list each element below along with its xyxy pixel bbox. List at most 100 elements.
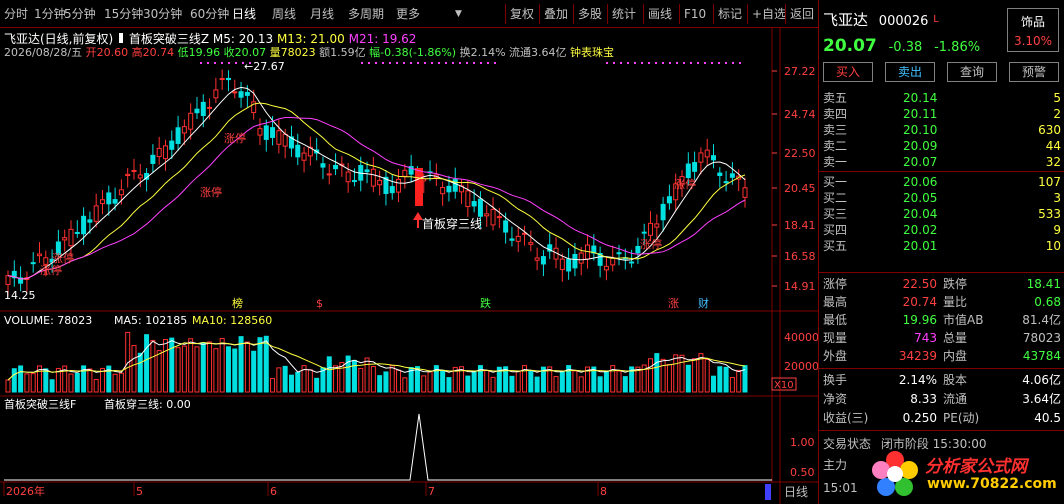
volume-bar	[704, 359, 710, 393]
stat-label: 股本	[943, 373, 968, 387]
volume-bar	[295, 371, 301, 393]
quote-price-row: 20.07 -0.38 -1.86%	[823, 36, 1061, 56]
candle-body	[345, 171, 351, 183]
volume-bar	[402, 377, 408, 393]
bar-amount: 额1.59亿	[319, 46, 366, 59]
trade-button-3[interactable]: 预警	[1009, 62, 1059, 82]
top-marker-dot	[417, 62, 419, 64]
volume-bar	[282, 365, 288, 393]
clock: 15:01	[823, 481, 858, 495]
stat-label: PE(动)	[943, 411, 980, 425]
time-axis-label: 8	[600, 485, 607, 498]
orderbook-divider	[819, 272, 1064, 273]
bid-row[interactable]: 买四 20.02 9	[823, 222, 1061, 238]
stat-value: 4.06亿	[1022, 373, 1061, 387]
indicator-axis-label: 0.50	[790, 466, 815, 479]
price-axis-label: 22.50	[784, 147, 816, 160]
candle-body	[698, 152, 704, 163]
ask-row[interactable]: 卖五 20.14 5	[823, 90, 1061, 106]
level-volume: 2	[1053, 107, 1061, 121]
level-volume: 44	[1045, 139, 1061, 153]
bid-row[interactable]: 买一 20.06 107	[823, 174, 1061, 190]
candle-body	[213, 89, 219, 99]
volume-bar	[87, 368, 93, 393]
stat-value: 20.74	[902, 295, 937, 309]
volume-bar	[288, 374, 294, 393]
volume-bar	[370, 366, 376, 393]
bid-row[interactable]: 买二 20.05 3	[823, 190, 1061, 206]
top-marker-dot	[655, 62, 657, 64]
top-marker-dot	[361, 62, 363, 64]
sector-badge-name: 饰品	[1020, 15, 1045, 29]
bid-row[interactable]: 买三 20.04 533	[823, 206, 1061, 222]
volume-bar	[471, 371, 477, 393]
level-label: 买三	[823, 207, 848, 221]
candle-body	[270, 127, 276, 138]
time-axis-label: 5	[136, 485, 143, 498]
limit-up-label: 涨停	[40, 263, 62, 277]
top-marker-dot	[382, 62, 384, 64]
low-price-label: 14.25	[4, 289, 36, 302]
level-price: 20.02	[903, 223, 938, 237]
volume-bar	[553, 376, 559, 393]
stat-label: 流通	[943, 392, 968, 406]
top-marker-dot	[725, 62, 727, 64]
candle-body	[616, 252, 622, 255]
level-price: 20.06	[903, 175, 938, 189]
bid-row[interactable]: 买五 20.01 10	[823, 238, 1061, 254]
level-volume: 10	[1045, 239, 1061, 253]
top-marker-dot	[459, 62, 461, 64]
level-label: 买五	[823, 239, 848, 253]
candle-body	[276, 130, 282, 145]
volume-bar	[131, 345, 137, 393]
candle-body	[440, 187, 446, 195]
level-label: 买四	[823, 223, 848, 237]
volume-bar	[200, 342, 206, 393]
volume-bar	[711, 375, 717, 393]
level-label: 卖三	[823, 123, 848, 137]
top-marker-dot	[711, 62, 713, 64]
candle-body	[5, 275, 11, 285]
scroll-thumb	[765, 484, 771, 500]
trade-button-2[interactable]: 查询	[947, 62, 997, 82]
stat-value: 0.250	[902, 411, 937, 425]
volume-bar	[194, 346, 200, 393]
candle-body	[654, 223, 660, 228]
volume-bar	[446, 377, 452, 393]
volume-bar	[465, 375, 471, 393]
candle-body	[326, 173, 332, 176]
volume-bar	[572, 370, 578, 393]
bar-open: 开20.60	[85, 46, 129, 59]
volume-bar	[112, 373, 118, 393]
price-axis-label: 16.58	[784, 250, 816, 263]
volume-bar	[389, 365, 395, 393]
top-marker-dot	[487, 62, 489, 64]
volume-bar	[528, 370, 534, 393]
signal-label: 首板穿三线	[422, 216, 482, 231]
kline-chart[interactable]: 27.22 24.74 22.50 20.45 18.41 16.58 14.91 ←27.6…	[0, 0, 818, 504]
event-marker: $	[316, 297, 323, 310]
sector-name: 钟表珠宝	[570, 46, 615, 59]
volume-bar	[427, 371, 433, 393]
stat-value: 18.41	[1026, 277, 1061, 291]
candle-body	[295, 144, 301, 158]
ask-row[interactable]: 卖四 20.11 2	[823, 106, 1061, 122]
volume-bar	[219, 337, 225, 393]
stat-label: 市值AB	[943, 313, 984, 327]
price-axis-label: 24.74	[784, 108, 816, 121]
ask-row[interactable]: 卖三 20.10 630	[823, 122, 1061, 138]
candle-body	[641, 231, 647, 234]
trade-button-1[interactable]: 卖出	[885, 62, 935, 82]
chart-info-line2: 2026/08/28/五 开20.60 高20.74 低19.96 收20.07…	[4, 44, 614, 60]
trade-button-0[interactable]: 买入	[823, 62, 873, 82]
indicator-axis-label: 1.00	[790, 436, 815, 449]
quote-panel: 飞亚达 000026 L 饰品 3.10% 20.07 -0.38 -1.86%…	[818, 0, 1064, 504]
stock-mark: L	[933, 14, 939, 25]
candle-body	[528, 242, 534, 245]
ask-row[interactable]: 卖一 20.07 32	[823, 154, 1061, 170]
candle-body	[106, 192, 112, 205]
last-price: 20.07	[823, 36, 877, 56]
ask-row[interactable]: 卖二 20.09 44	[823, 138, 1061, 154]
price-axis-label: 27.22	[784, 65, 816, 78]
candle-body	[540, 256, 546, 265]
